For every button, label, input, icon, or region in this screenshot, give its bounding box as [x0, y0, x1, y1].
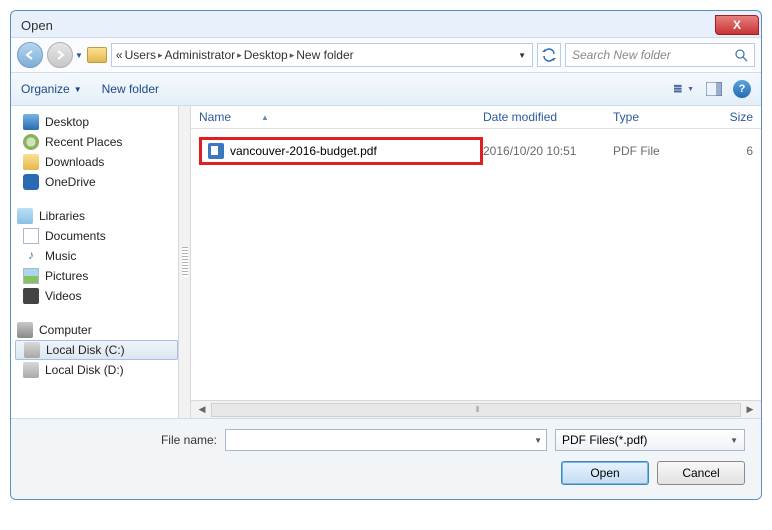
grip-icon	[182, 247, 188, 277]
close-button[interactable]: X	[715, 15, 759, 35]
breadcrumb-dropdown[interactable]: ▼	[516, 51, 528, 60]
music-icon: ♪	[23, 248, 39, 264]
back-button[interactable]	[17, 42, 43, 68]
disk-icon	[23, 362, 39, 378]
col-date-modified[interactable]: Date modified	[483, 110, 613, 124]
sidebar-item-local-disk-d[interactable]: Local Disk (D:)	[15, 360, 178, 380]
nav-row: ▼ « Users ▸ Administrator ▸ Desktop ▸ Ne…	[11, 37, 761, 73]
nav-history-dropdown[interactable]: ▼	[75, 51, 83, 60]
chevron-right-icon: ▸	[237, 50, 242, 61]
pane-icon	[706, 82, 722, 96]
chevron-down-icon: ▼	[687, 86, 694, 93]
search-input[interactable]: Search New folder	[565, 43, 755, 67]
sidebar-item-recent[interactable]: Recent Places	[15, 132, 178, 152]
sort-indicator-icon: ▲	[261, 113, 269, 122]
breadcrumb-part[interactable]: Administrator	[164, 48, 235, 62]
chevron-down-icon: ▼	[74, 85, 82, 94]
sidebar-item-videos[interactable]: Videos	[15, 286, 178, 306]
sidebar-item-pictures[interactable]: Pictures	[15, 266, 178, 286]
cancel-button[interactable]: Cancel	[657, 461, 745, 485]
desktop-icon	[23, 114, 39, 130]
col-type[interactable]: Type	[613, 110, 713, 124]
toolbar: Organize ▼ New folder ▼ ?	[11, 73, 761, 106]
chevron-down-icon[interactable]: ▼	[534, 436, 542, 445]
filetype-select[interactable]: PDF Files(*.pdf) ▼	[555, 429, 745, 451]
pictures-icon	[23, 268, 39, 284]
disk-icon	[24, 342, 40, 358]
sidebar: Desktop Recent Places Downloads OneDrive…	[11, 106, 179, 418]
document-icon	[23, 228, 39, 244]
new-folder-button[interactable]: New folder	[102, 82, 159, 96]
filename-label: File name:	[27, 433, 217, 447]
dialog-body: Desktop Recent Places Downloads OneDrive…	[11, 106, 761, 418]
file-list: vancouver-2016-budget.pdf 2016/10/20 10:…	[191, 129, 761, 400]
search-icon	[735, 49, 748, 62]
breadcrumb-part[interactable]: New folder	[296, 48, 353, 62]
open-dialog: Open X ▼ « Users ▸ Administrator ▸ Deskt…	[10, 10, 762, 500]
sidebar-item-local-disk-c[interactable]: Local Disk (C:)	[15, 340, 178, 360]
downloads-icon	[23, 154, 39, 170]
refresh-icon	[542, 48, 556, 62]
preview-pane-button[interactable]	[703, 79, 725, 99]
chevron-down-icon: ▼	[730, 436, 738, 445]
sidebar-item-music[interactable]: ♪Music	[15, 246, 178, 266]
file-row[interactable]: vancouver-2016-budget.pdf 2016/10/20 10:…	[199, 137, 753, 165]
file-date: 2016/10/20 10:51	[483, 144, 613, 158]
search-placeholder: Search New folder	[572, 48, 671, 62]
chevron-right-icon: ▸	[290, 50, 295, 61]
view-options-button[interactable]: ▼	[673, 79, 695, 99]
arrow-left-icon	[24, 49, 36, 61]
scroll-right-icon[interactable]: ▶	[743, 404, 757, 415]
breadcrumb[interactable]: « Users ▸ Administrator ▸ Desktop ▸ New …	[111, 43, 533, 67]
libraries-icon	[17, 208, 33, 224]
chevron-right-icon: ▸	[158, 50, 163, 61]
breadcrumb-prefix: «	[116, 48, 123, 62]
pdf-file-icon	[208, 143, 224, 159]
horizontal-scrollbar[interactable]: ◀ ⦀ ▶	[191, 400, 761, 418]
organize-menu[interactable]: Organize ▼	[21, 82, 82, 96]
file-type: PDF File	[613, 144, 713, 158]
folder-icon	[87, 47, 107, 63]
col-name[interactable]: Name	[199, 110, 231, 124]
breadcrumb-part[interactable]: Desktop	[244, 48, 288, 62]
file-size: 6	[713, 144, 753, 158]
refresh-button[interactable]	[537, 43, 561, 67]
list-view-icon	[674, 83, 685, 95]
bottom-panel: File name: ▼ PDF Files(*.pdf) ▼ Open Can…	[11, 418, 761, 499]
sidebar-computer-header[interactable]: Computer	[15, 320, 178, 340]
recent-icon	[23, 134, 39, 150]
breadcrumb-part[interactable]: Users	[125, 48, 156, 62]
sidebar-item-onedrive[interactable]: OneDrive	[15, 172, 178, 192]
file-name-cell-highlighted[interactable]: vancouver-2016-budget.pdf	[199, 137, 483, 165]
forward-button[interactable]	[47, 42, 73, 68]
filename-input[interactable]: ▼	[225, 429, 547, 451]
file-name: vancouver-2016-budget.pdf	[230, 144, 377, 158]
sidebar-libraries-header[interactable]: Libraries	[15, 206, 178, 226]
help-button[interactable]: ?	[733, 80, 751, 98]
col-size[interactable]: Size	[713, 110, 753, 124]
titlebar: Open X	[11, 11, 761, 37]
scroll-left-icon[interactable]: ◀	[195, 404, 209, 415]
sidebar-item-desktop[interactable]: Desktop	[15, 112, 178, 132]
videos-icon	[23, 288, 39, 304]
computer-icon	[17, 322, 33, 338]
sidebar-item-downloads[interactable]: Downloads	[15, 152, 178, 172]
file-pane: Name ▲ Date modified Type Size vancouver…	[191, 106, 761, 418]
sidebar-item-documents[interactable]: Documents	[15, 226, 178, 246]
scroll-grip-icon: ⦀	[476, 405, 480, 415]
open-button[interactable]: Open	[561, 461, 649, 485]
column-headers: Name ▲ Date modified Type Size	[191, 106, 761, 129]
arrow-right-icon	[54, 49, 66, 61]
dialog-title: Open	[21, 18, 53, 33]
scroll-track[interactable]: ⦀	[211, 403, 741, 417]
cloud-icon	[23, 174, 39, 190]
splitter[interactable]	[179, 106, 191, 418]
